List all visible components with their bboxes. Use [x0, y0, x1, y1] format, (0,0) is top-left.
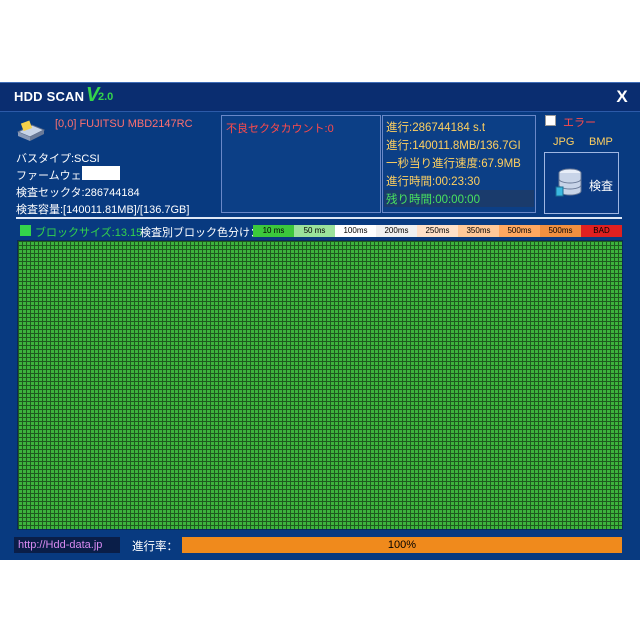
legend-item: 10 ms	[253, 225, 294, 237]
error-label: エラー	[563, 117, 596, 129]
bad-sector-panel: 不良セクタカウント:0	[221, 115, 381, 213]
progress-label: 進行率：	[132, 541, 178, 553]
bus-type: バスタイプ:SCSI	[16, 153, 100, 165]
legend-item: 200ms	[376, 225, 417, 237]
close-button[interactable]: X	[612, 87, 632, 107]
scan-capacity: 検査容量:[140011.81MB]/[136.7GB]	[16, 204, 190, 216]
legend-item: 350ms	[458, 225, 499, 237]
title-version-number: 2.0	[98, 91, 114, 103]
progress-sectors: 進行:286744184 s.t	[386, 122, 486, 134]
firmware-value	[82, 166, 120, 180]
drive-title: [0,0] FUJITSU MBD2147RC	[55, 118, 193, 130]
progress-percent: 100%	[387, 539, 417, 551]
legend-title: 検査別ブロック色分け：	[140, 227, 261, 239]
title-bar: HDD SCAN V 2.0 X	[0, 83, 640, 112]
scan-speed: 一秒当り進行速度:67.9MB	[386, 158, 521, 170]
scan-sectors: 検査セックタ:286744184	[16, 187, 140, 199]
error-checkbox[interactable]	[545, 115, 556, 126]
scan-button[interactable]: 検査	[544, 152, 619, 214]
jpg-button[interactable]: JPG	[553, 136, 574, 148]
scan-button-label: 検査	[589, 179, 614, 193]
bad-sector-count: 不良セクタカウント:0	[226, 123, 334, 135]
stats-panel: 進行:286744184 s.t 進行:140011.8MB/136.7GI 一…	[382, 115, 536, 213]
remaining-time: 残り時間:00:00:00	[386, 194, 480, 206]
website-link[interactable]: http://Hdd-data.jp	[14, 537, 120, 553]
divider	[16, 217, 622, 219]
progress-bar: 100%	[182, 537, 622, 553]
block-map-grid	[17, 240, 623, 530]
legend-item: 100ms	[335, 225, 376, 237]
elapsed-time: 進行時間:00:23:30	[386, 176, 480, 188]
legend-item: 500ms	[499, 225, 540, 237]
block-size-swatch	[20, 225, 31, 236]
database-icon	[555, 168, 582, 197]
legend-item: BAD	[581, 225, 622, 237]
legend-item: 500ms	[540, 225, 581, 237]
bmp-button[interactable]: BMP	[589, 136, 613, 148]
window-title: HDD SCAN	[14, 89, 85, 104]
legend-item: 250ms	[417, 225, 458, 237]
block-size: ブロックサイズ:13.15	[35, 227, 143, 239]
legend-item: 50 ms	[294, 225, 335, 237]
progress-capacity: 進行:140011.8MB/136.7GI	[386, 140, 521, 152]
hard-drive-icon	[16, 120, 46, 141]
